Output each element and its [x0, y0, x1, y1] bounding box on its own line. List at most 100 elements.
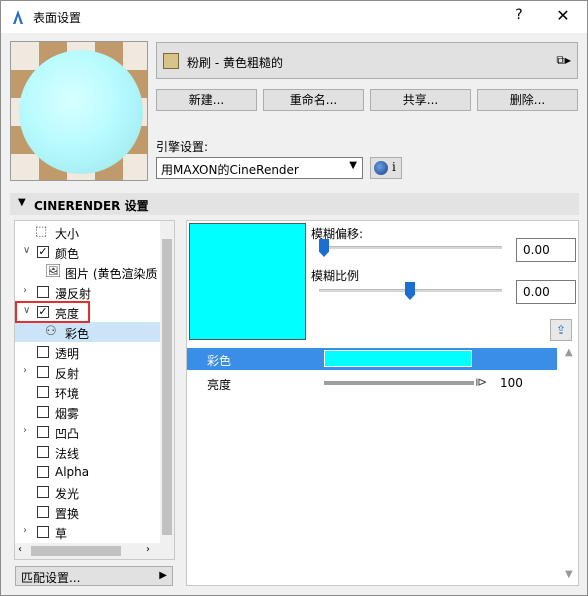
detail-vertical-scrollbar[interactable]: ▲ ▼: [563, 345, 577, 585]
blur-scale-input[interactable]: 0.00: [516, 280, 576, 304]
material-menu-icon[interactable]: ⧉▸: [556, 53, 571, 68]
tree-item[interactable]: ⬚ 大小: [15, 222, 160, 242]
help-button[interactable]: ?: [505, 7, 533, 27]
chevron-right-icon[interactable]: ›: [23, 525, 27, 536]
material-name: 粉刷 - 黄色粗糙的: [187, 56, 283, 70]
close-button[interactable]: ✕: [549, 6, 577, 28]
chevron-right-icon[interactable]: ›: [23, 365, 27, 376]
chevron-right-icon[interactable]: ›: [23, 425, 27, 436]
property-row-color[interactable]: 彩色: [187, 348, 557, 370]
rename-button[interactable]: 重命名...: [263, 89, 364, 111]
collapse-triangle-icon: ▼: [18, 197, 26, 208]
scroll-up-icon[interactable]: ▲: [565, 347, 573, 358]
cinerender-icon: [374, 161, 388, 175]
chevron-down-icon[interactable]: ∨: [23, 245, 30, 256]
tree-item-label: 置换: [55, 507, 80, 521]
scrollbar-thumb[interactable]: [31, 546, 121, 556]
tree-item-checkbox[interactable]: [37, 386, 49, 398]
engine-info-button[interactable]: i: [370, 157, 402, 179]
tree-item[interactable]: ∨ ✓ 颜色: [15, 242, 160, 262]
scroll-right-icon[interactable]: ›: [146, 544, 150, 555]
scroll-down-icon[interactable]: ▼: [565, 569, 573, 580]
tree-item[interactable]: 透明: [15, 342, 160, 362]
scrollbar-thumb[interactable]: [162, 239, 172, 535]
tree-item-checkbox[interactable]: [37, 526, 49, 538]
channel-color-swatch[interactable]: [189, 223, 306, 340]
share-button[interactable]: 共享...: [370, 89, 471, 111]
tree-item[interactable]: Alpha: [15, 462, 160, 482]
tree-item-checkbox[interactable]: [37, 486, 49, 498]
channel-tree: ⬚ 大小 ∨ ✓ 颜色 🖼 图片 (黄色渲染质 › 漫反射 ∨ ✓ 亮度 ⚇ 彩色 透明 › 反射 环境 烟雾 › 凹凸…: [14, 220, 175, 560]
tree-item[interactable]: 🖼 图片 (黄色渲染质: [15, 262, 160, 282]
property-label: 彩色: [207, 354, 232, 368]
new-button[interactable]: 新建...: [156, 89, 257, 111]
tree-item[interactable]: 法线: [15, 442, 160, 462]
tree-item-label: 草: [55, 527, 68, 541]
tree-item-checkbox[interactable]: [37, 286, 49, 298]
property-label: 亮度: [207, 378, 232, 392]
tree-item-checkbox[interactable]: [37, 426, 49, 438]
blur-offset-slider-thumb[interactable]: [319, 239, 329, 257]
tree-item[interactable]: 置换: [15, 502, 160, 522]
tree-item-checkbox[interactable]: [37, 506, 49, 518]
engine-dropdown[interactable]: 用MAXON的CineRender ▼: [156, 157, 363, 179]
material-preview: [10, 41, 148, 181]
tree-item-checkbox[interactable]: [37, 406, 49, 418]
tree-item[interactable]: › 草: [15, 522, 160, 542]
property-row-brightness[interactable]: 亮度 ⧐ 100: [187, 372, 557, 394]
chevron-right-icon: ▶: [159, 570, 167, 581]
tree-item-label: 彩色: [65, 327, 90, 341]
tree-item-label: 环境: [55, 387, 80, 401]
tree-item-label: 颜色: [55, 247, 80, 261]
tree-item[interactable]: 烟雾: [15, 402, 160, 422]
tree-item-label: 漫反射: [55, 287, 92, 301]
material-swatch: [163, 53, 179, 69]
engine-dropdown-value: 用MAXON的CineRender: [161, 163, 299, 177]
tree-vertical-scrollbar[interactable]: [160, 221, 174, 543]
blur-offset-input[interactable]: 0.00: [516, 238, 576, 262]
tree-item-label: Alpha: [55, 465, 90, 479]
tree-item-checkbox[interactable]: [37, 446, 49, 458]
tree-item[interactable]: › 漫反射: [15, 282, 160, 302]
blur-scale-slider-thumb[interactable]: [405, 282, 415, 300]
tree-item-label: 图片 (黄色渲染质: [65, 267, 158, 281]
material-selector[interactable]: 粉刷 - 黄色粗糙的 ⧉▸: [156, 42, 578, 79]
title-bar: 表面设置 ? ✕: [1, 1, 587, 33]
match-settings-label: 匹配设置...: [21, 571, 81, 585]
preview-sphere: [19, 50, 143, 174]
blur-offset-slider-track[interactable]: [319, 246, 502, 249]
export-settings-icon[interactable]: ⇪: [550, 319, 572, 341]
channel-detail-panel: 模糊偏移: 0.00 模糊比例 0.00 ⇪ 彩色 亮度 ⧐ 100 ▲ ▼: [186, 220, 579, 586]
brightness-slider[interactable]: [324, 381, 474, 385]
tree-item-checkbox[interactable]: [37, 466, 49, 478]
match-settings-button[interactable]: 匹配设置... ▶: [15, 566, 173, 586]
surface-settings-dialog: 表面设置 ? ✕ 粉刷 - 黄色粗糙的 ⧉▸ 新建... 重命名... 共享..…: [0, 0, 588, 596]
info-icon: i: [392, 160, 396, 174]
tree-item-checkbox[interactable]: ✓: [37, 246, 49, 258]
delete-button[interactable]: 删除...: [477, 89, 578, 111]
scroll-left-icon[interactable]: ‹: [18, 544, 22, 555]
property-color-value[interactable]: [324, 350, 472, 367]
cinerender-section-header[interactable]: ▼ CINERENDER 设置: [10, 193, 579, 215]
engine-settings-label: 引擎设置:: [156, 140, 209, 154]
brightness-value: 100: [500, 376, 523, 390]
tree-item-label: 凹凸: [55, 427, 80, 441]
blur-offset-label: 模糊偏移:: [311, 227, 364, 241]
slider-end-icon[interactable]: ⧐: [475, 375, 487, 389]
tree-item-checkbox[interactable]: [37, 346, 49, 358]
tree-item[interactable]: › 反射: [15, 362, 160, 382]
image-icon: 🖼: [45, 264, 62, 279]
tree-item[interactable]: ⚇ 彩色: [15, 322, 160, 342]
chevron-right-icon[interactable]: ›: [23, 285, 27, 296]
archicad-app-icon: [13, 10, 23, 24]
tree-item-label: 大小: [55, 227, 80, 241]
section-title: CINERENDER 设置: [34, 199, 149, 213]
color-node-icon: ⚇: [45, 324, 57, 339]
size-icon: ⬚: [35, 224, 48, 239]
tree-item-label: 烟雾: [55, 407, 80, 421]
tree-horizontal-scrollbar[interactable]: ‹ ›: [15, 543, 174, 559]
tree-item[interactable]: 环境: [15, 382, 160, 402]
tree-item[interactable]: 发光: [15, 482, 160, 502]
tree-item[interactable]: › 凹凸: [15, 422, 160, 442]
tree-item-checkbox[interactable]: [37, 366, 49, 378]
